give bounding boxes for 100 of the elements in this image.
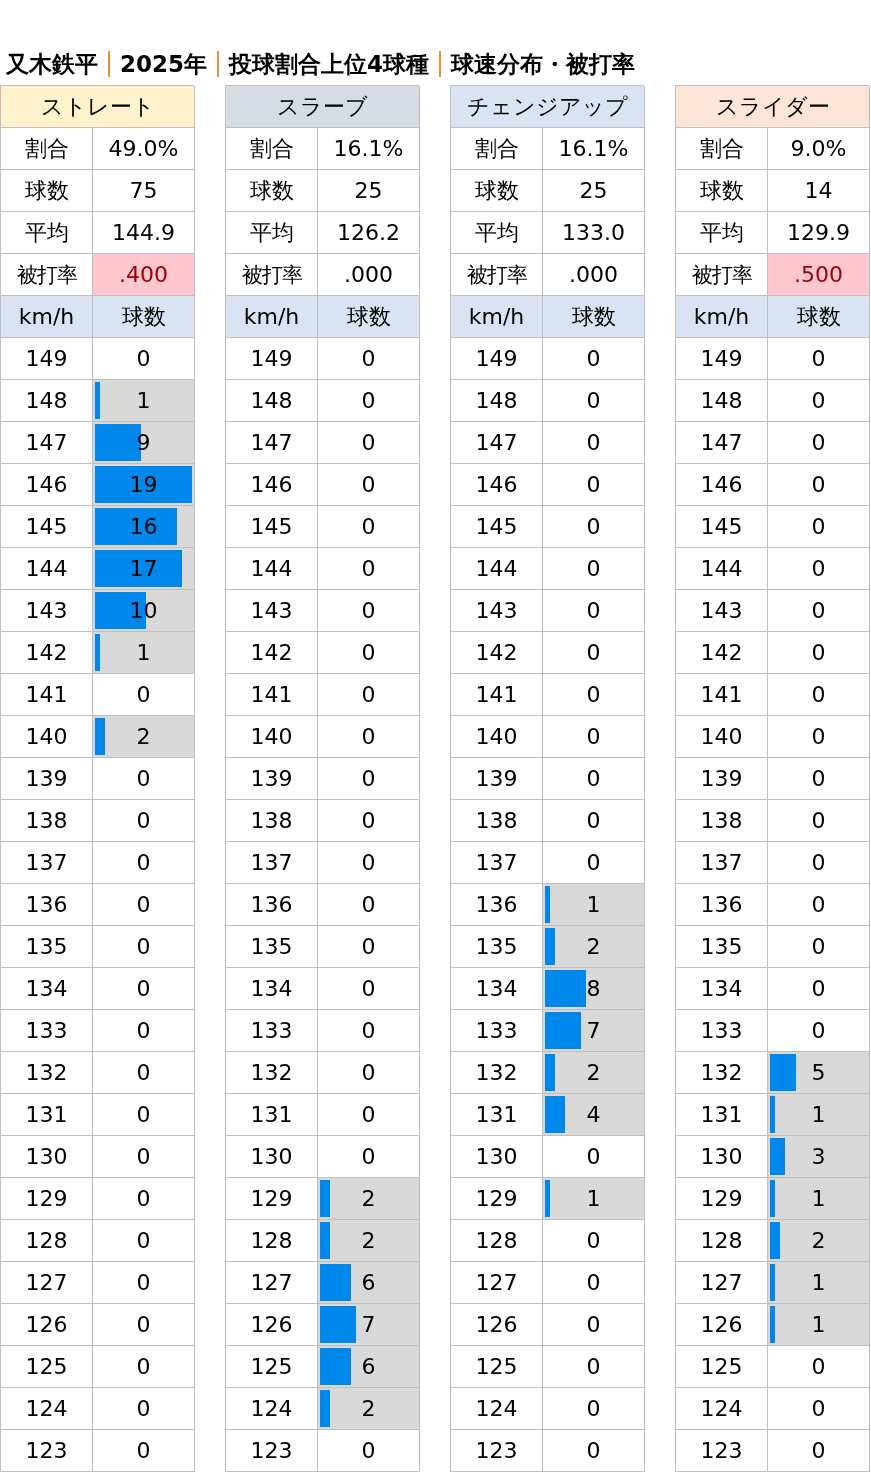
stat-value: 16.1% [318,128,420,170]
speed-cell: 130 [1,1136,93,1178]
count-text: 0 [136,850,151,875]
count-text: 0 [811,1396,826,1421]
count-text: 1 [136,388,151,413]
speed-cell: 131 [226,1094,318,1136]
count-text: 0 [811,556,826,581]
count-text: 0 [811,640,826,665]
count-text: 0 [361,1144,376,1169]
speed-cell: 123 [226,1430,318,1472]
stat-value: 25 [543,170,645,212]
count-text: 0 [361,682,376,707]
count-text: 0 [361,472,376,497]
count-text: 0 [136,1018,151,1043]
count-text: 0 [136,892,151,917]
speed-cell: 141 [451,674,543,716]
speed-cell: 135 [676,926,768,968]
speed-cell: 127 [1,1262,93,1304]
count-text: 6 [361,1270,376,1295]
stat-label: 球数 [226,170,318,212]
count-text: 2 [361,1396,376,1421]
speed-cell: 148 [226,380,318,422]
count-text: 0 [136,1438,151,1463]
speed-cell: 133 [1,1010,93,1052]
count-text: 0 [361,1438,376,1463]
speed-cell: 139 [676,758,768,800]
count-text: 0 [586,1312,601,1337]
speed-cell: 144 [676,548,768,590]
count-text: 0 [586,1438,601,1463]
count-text: 0 [811,1354,826,1379]
stat-label: 球数 [1,170,93,212]
speed-cell: 127 [451,1262,543,1304]
speed-cell: 138 [226,800,318,842]
speed-cell: 124 [676,1388,768,1430]
count-text: 0 [586,346,601,371]
count-text: 0 [586,1354,601,1379]
speed-cell: 130 [226,1136,318,1178]
stat-label: 割合 [676,128,768,170]
count-text: 1 [811,1270,826,1295]
title-text: 又木鉄平 [6,49,98,79]
count-text: 0 [586,766,601,791]
speed-cell: 143 [451,590,543,632]
count-text: 2 [811,1228,826,1253]
column-header: 球数 [543,296,645,338]
speed-cell: 134 [226,968,318,1010]
speed-cell: 125 [451,1346,543,1388]
speed-cell: 145 [226,506,318,548]
speed-cell: 134 [676,968,768,1010]
speed-cell: 149 [1,338,93,380]
count-text: 0 [136,1186,151,1211]
count-text: 0 [811,766,826,791]
speed-cell: 142 [451,632,543,674]
count-text: 0 [586,430,601,455]
count-text: 0 [586,556,601,581]
count-text: 0 [586,472,601,497]
count-text: 0 [136,1102,151,1127]
count-text: 0 [586,514,601,539]
count-text: 0 [811,934,826,959]
count-text: 0 [361,556,376,581]
speed-cell: 138 [1,800,93,842]
count-text: 0 [811,514,826,539]
speed-cell: 126 [1,1304,93,1346]
count-text: 0 [811,430,826,455]
count-text: 0 [361,976,376,1001]
count-text: 0 [811,388,826,413]
speed-cell: 123 [1,1430,93,1472]
count-text: 7 [361,1312,376,1337]
speed-cell: 146 [676,464,768,506]
count-text: 0 [136,934,151,959]
stat-value: 133.0 [543,212,645,254]
stat-value: .500 [768,254,870,296]
speed-cell: 149 [676,338,768,380]
stat-value: 126.2 [318,212,420,254]
count-text: 2 [586,1060,601,1085]
stat-value: 25 [318,170,420,212]
speed-cell: 137 [451,842,543,884]
count-text: 0 [586,1228,601,1253]
pitch-header: ストレート [1,86,195,128]
count-text: 16 [129,514,158,539]
speed-cell: 132 [1,1052,93,1094]
speed-cell: 133 [226,1010,318,1052]
speed-cell: 149 [451,338,543,380]
speed-cell: 124 [1,1388,93,1430]
count-text: 0 [136,1144,151,1169]
speed-cell: 141 [1,674,93,716]
count-text: 3 [811,1144,826,1169]
count-text: 0 [136,1228,151,1253]
stat-value: 14 [768,170,870,212]
count-text: 2 [361,1228,376,1253]
speed-cell: 141 [226,674,318,716]
speed-cell: 144 [451,548,543,590]
count-text: 5 [811,1060,826,1085]
speed-cell: 140 [676,716,768,758]
speed-cell: 125 [1,1346,93,1388]
count-text: 0 [361,808,376,833]
pitch-header: チェンジアップ [451,86,645,128]
count-text: 0 [136,766,151,791]
speed-cell: 136 [226,884,318,926]
count-text: 0 [811,976,826,1001]
pitch-header: スラーブ [226,86,420,128]
